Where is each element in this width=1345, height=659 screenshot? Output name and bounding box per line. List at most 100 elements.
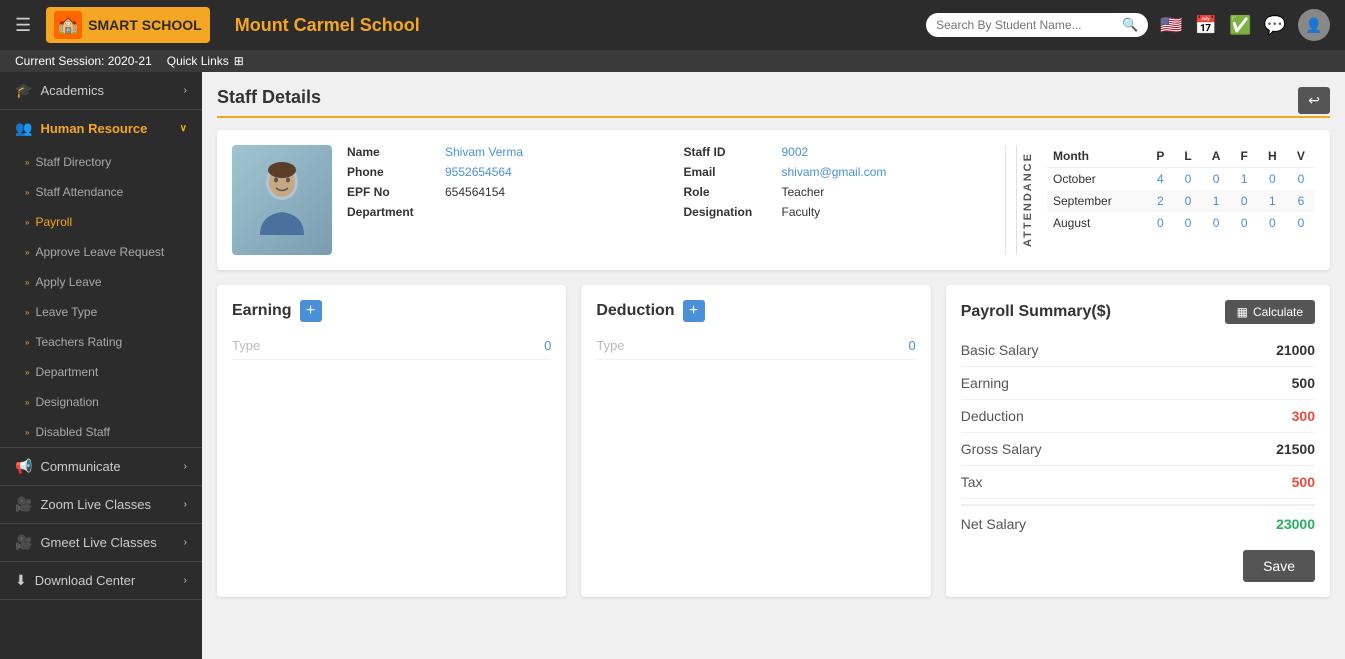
staff-id-label: Staff ID [684, 145, 774, 159]
sidebar-item-zoom[interactable]: 🎥 Zoom Live Classes › [0, 486, 202, 523]
att-l: 0 [1174, 190, 1201, 212]
att-v: 6 [1287, 190, 1315, 212]
att-header-l: L [1174, 145, 1201, 168]
att-f: 1 [1231, 168, 1258, 191]
att-v: 0 [1287, 168, 1315, 191]
whatsapp-icon[interactable]: 💬 [1264, 15, 1286, 36]
save-button[interactable]: Save [1243, 550, 1315, 582]
att-p: 2 [1146, 190, 1174, 212]
chevron-right-icon: › [184, 537, 187, 548]
sidebar-item-apply-leave[interactable]: » Apply Leave [0, 267, 202, 297]
earning-summary-label: Earning [961, 375, 1009, 391]
email-value: shivam@gmail.com [782, 165, 887, 179]
sidebar-item-payroll[interactable]: » Payroll [0, 207, 202, 237]
payroll-summary-header: Payroll Summary($) ▦ Calculate [961, 300, 1315, 324]
sidebar: 🎓 Academics › 👥 Human Resource ∨ » Staff… [0, 72, 202, 659]
back-button[interactable]: ↩ [1298, 87, 1330, 114]
designation-row: Designation Faculty [684, 205, 991, 219]
earning-card: Earning + Type 0 [217, 285, 566, 597]
search-icon[interactable]: 🔍 [1122, 17, 1138, 33]
staff-attendance-label: Staff Attendance [35, 185, 123, 199]
search-box[interactable]: 🔍 [926, 13, 1148, 37]
calculate-button[interactable]: ▦ Calculate [1225, 300, 1315, 324]
chevron-right-icon: › [184, 499, 187, 510]
sidebar-item-department[interactable]: » Department [0, 357, 202, 387]
zoom-icon: 🎥 [15, 496, 32, 513]
download-icon: ⬇ [15, 572, 27, 589]
sidebar-item-leave-type[interactable]: » Leave Type [0, 297, 202, 327]
attendance-table: Month P L A F H V Octobe [1047, 145, 1315, 234]
calendar-icon[interactable]: 📅 [1195, 15, 1217, 36]
chevron-right-icon: › [184, 575, 187, 586]
sidebar-item-download[interactable]: ⬇ Download Center › [0, 562, 202, 599]
leave-type-label: Leave Type [35, 305, 97, 319]
email-label: Email [684, 165, 774, 179]
name-label: Name [347, 145, 437, 159]
avatar[interactable]: 👤 [1298, 9, 1330, 41]
deduction-title: Deduction [596, 302, 674, 320]
main-layout: 🎓 Academics › 👥 Human Resource ∨ » Staff… [0, 72, 1345, 659]
net-salary-value: 23000 [1276, 516, 1315, 532]
communicate-label: Communicate [40, 459, 120, 474]
sidebar-item-staff-directory[interactable]: » Staff Directory [0, 147, 202, 177]
att-header-v: V [1287, 145, 1315, 168]
att-l: 0 [1174, 212, 1201, 234]
sidebar-item-approve-leave[interactable]: » Approve Leave Request [0, 237, 202, 267]
flag-icon[interactable]: 🇺🇸 [1160, 15, 1182, 36]
sidebar-item-disabled-staff[interactable]: » Disabled Staff [0, 417, 202, 447]
approve-leave-label: Approve Leave Request [35, 245, 164, 259]
att-header-a: A [1202, 145, 1231, 168]
role-value: Teacher [782, 185, 825, 199]
bullet-icon: » [25, 398, 29, 407]
bullet-icon: » [25, 158, 29, 167]
tasks-icon[interactable]: ✅ [1229, 15, 1251, 36]
zoom-section: 🎥 Zoom Live Classes › [0, 486, 202, 524]
add-deduction-button[interactable]: + [683, 300, 705, 322]
role-label: Role [684, 185, 774, 199]
back-icon: ↩ [1308, 92, 1320, 108]
staff-id-row: Staff ID 9002 [684, 145, 991, 159]
epf-row: EPF No 654564154 [347, 185, 654, 199]
search-input[interactable] [936, 18, 1116, 32]
att-a: 1 [1202, 190, 1231, 212]
add-earning-button[interactable]: + [300, 300, 322, 322]
academics-section: 🎓 Academics › [0, 72, 202, 110]
sub-header: Current Session: 2020-21 Quick Links ⊞ [0, 50, 1345, 72]
communicate-icon: 📢 [15, 458, 32, 475]
quick-links[interactable]: Quick Links ⊞ [167, 54, 244, 68]
sidebar-item-staff-attendance[interactable]: » Staff Attendance [0, 177, 202, 207]
earning-row: Type 0 [232, 332, 551, 360]
att-h: 1 [1258, 190, 1287, 212]
school-name: Mount Carmel School [235, 15, 911, 36]
gmeet-icon: 🎥 [15, 534, 32, 551]
calc-label: Calculate [1253, 305, 1303, 319]
sidebar-item-teachers-rating[interactable]: » Teachers Rating [0, 327, 202, 357]
teachers-rating-label: Teachers Rating [35, 335, 122, 349]
table-row: October 4 0 0 1 0 0 [1047, 168, 1315, 191]
att-h: 0 [1258, 212, 1287, 234]
sidebar-item-communicate[interactable]: 📢 Communicate › [0, 448, 202, 485]
att-p: 4 [1146, 168, 1174, 191]
payroll-section: Earning + Type 0 Deduction + [217, 285, 1330, 612]
hamburger-icon[interactable]: ☰ [15, 15, 31, 36]
deduction-amount: 0 [908, 338, 915, 353]
epf-value: 654564154 [445, 185, 505, 199]
basic-salary-value: 21000 [1276, 342, 1315, 358]
designation-value: Faculty [782, 205, 821, 219]
apply-leave-label: Apply Leave [35, 275, 101, 289]
department-label: Department [35, 365, 98, 379]
deduction-type: Type [596, 338, 624, 353]
att-header-h: H [1258, 145, 1287, 168]
phone-row: Phone 9552654564 [347, 165, 654, 179]
att-header-f: F [1231, 145, 1258, 168]
att-f: 0 [1231, 212, 1258, 234]
staff-details-wrapper: Name Shivam Verma Staff ID 9002 Phone 95… [232, 145, 1315, 255]
phone-value: 9552654564 [445, 165, 512, 179]
sidebar-item-academics[interactable]: 🎓 Academics › [0, 72, 202, 109]
sidebar-item-human-resource[interactable]: 👥 Human Resource ∨ [0, 110, 202, 147]
chevron-down-icon: ∨ [180, 123, 187, 134]
sidebar-item-designation[interactable]: » Designation [0, 387, 202, 417]
att-p: 0 [1146, 212, 1174, 234]
sidebar-item-gmeet[interactable]: 🎥 Gmeet Live Classes › [0, 524, 202, 561]
earning-type: Type [232, 338, 260, 353]
